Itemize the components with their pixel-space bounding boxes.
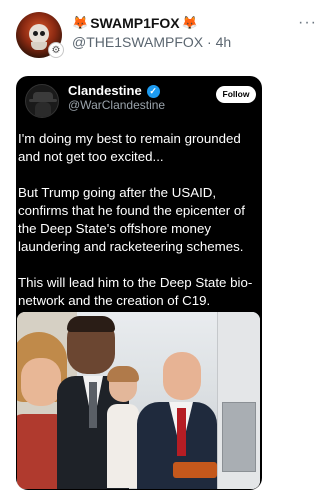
quoted-paragraph: But Trump going after the USAID, confirm… xyxy=(18,185,245,254)
quoted-paragraph: I'm doing my best to remain grounded and… xyxy=(18,131,241,164)
quoted-post-text: I'm doing my best to remain grounded and… xyxy=(18,130,260,328)
avatar-eye-left xyxy=(33,31,38,36)
quoted-author-avatar[interactable] xyxy=(25,84,59,118)
quoted-post-photo[interactable] xyxy=(17,312,260,489)
author-name-row[interactable]: 🦊 SWAMP1FOX 🦊 xyxy=(72,15,198,31)
avatar-figure xyxy=(35,102,51,117)
quoted-name-row: Clandestine ✓ xyxy=(68,83,160,99)
handle-separator: · xyxy=(203,34,216,50)
quoted-paragraph: This will lead him to the Deep State bio… xyxy=(18,275,253,308)
post: ⚙ 🦊 SWAMP1FOX 🦊 @THE1SWAMPFOX · 4h ··· C… xyxy=(0,0,332,500)
author-display-name[interactable]: SWAMP1FOX xyxy=(90,15,179,31)
quoted-author-handle[interactable]: @WarClandestine xyxy=(68,98,165,112)
avatar-badge-icon: ⚙ xyxy=(48,42,64,58)
photo-person-right xyxy=(133,352,217,489)
photo-cabinet xyxy=(222,402,256,472)
fox-emoji-right: 🦊 xyxy=(181,15,198,30)
follow-button[interactable]: Follow xyxy=(216,86,256,103)
fox-emoji-left: 🦊 xyxy=(72,15,89,30)
verified-badge-icon: ✓ xyxy=(146,84,160,98)
quoted-author-name[interactable]: Clandestine xyxy=(68,83,142,99)
author-handle-row: @THE1SWAMPFOX · 4h xyxy=(72,34,231,50)
post-time[interactable]: 4h xyxy=(216,34,232,50)
more-options-icon[interactable]: ··· xyxy=(298,14,317,32)
avatar-face xyxy=(29,24,49,44)
avatar-jaw xyxy=(31,42,47,50)
quoted-post[interactable]: Clandestine ✓ @WarClandestine Follow I'm… xyxy=(16,76,262,490)
author-handle[interactable]: @THE1SWAMPFOX xyxy=(72,34,203,50)
avatar-eye-right xyxy=(40,31,45,36)
